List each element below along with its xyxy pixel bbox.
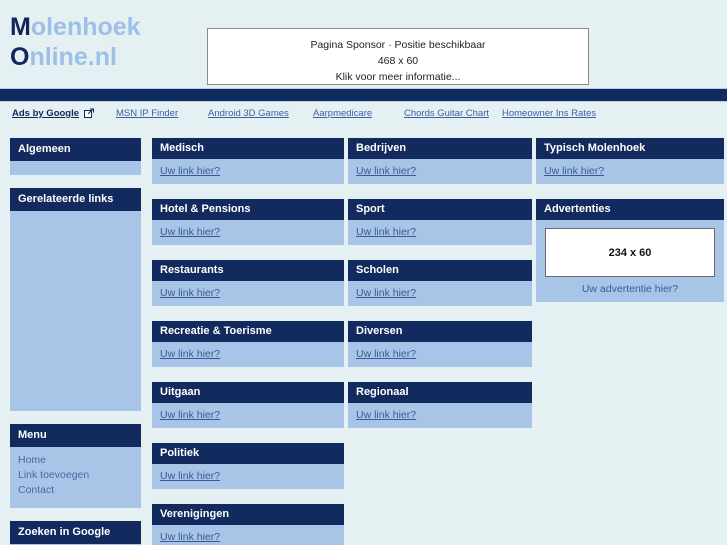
category-body-medisch: Uw link hier? xyxy=(152,159,344,184)
add-your-link-diversen[interactable]: Uw link hier? xyxy=(356,347,524,361)
google-ads-links-row: Ads by Google MSN IP Finder Android 3D G… xyxy=(0,103,727,125)
category-box-typisch-molenhoek: Typisch Molenhoek Uw link hier? xyxy=(536,137,724,184)
category-title-sport[interactable]: Sport xyxy=(348,198,532,220)
advert-banner-placeholder[interactable]: 234 x 60 xyxy=(545,228,715,277)
sidebar-item-contact[interactable]: Contact xyxy=(18,483,133,498)
category-body-diversen: Uw link hier? xyxy=(348,342,532,367)
category-title-diversen[interactable]: Diversen xyxy=(348,320,532,342)
category-title-restaurants[interactable]: Restaurants xyxy=(152,259,344,281)
category-box-recreatie-and-toerisme: Recreatie & Toerisme Uw link hier? xyxy=(152,320,344,367)
sponsor-line-3: Klik voor meer informatie... xyxy=(335,71,461,83)
category-title-typisch-molenhoek[interactable]: Typisch Molenhoek xyxy=(536,137,724,159)
category-box-politiek: Politiek Uw link hier? xyxy=(152,442,344,489)
category-column-1: Medisch Uw link hier? Hotel & Pensions Uw l… xyxy=(152,137,344,545)
category-box-verenigingen: Verenigingen Uw link hier? xyxy=(152,503,344,545)
sidebar-box-gerelateerde-links: Gerelateerde links xyxy=(10,187,141,411)
sidebar-box-menu: Menu Home Link toevoegen Contact xyxy=(10,423,141,508)
category-body-politiek: Uw link hier? xyxy=(152,464,344,489)
sponsor-line-1: Pagina Sponsor · Positie beschikbaar xyxy=(310,39,486,51)
category-body-recreatie-and-toerisme: Uw link hier? xyxy=(152,342,344,367)
category-box-sport: Sport Uw link hier? xyxy=(348,198,532,245)
sidebar-body-menu: Home Link toevoegen Contact xyxy=(10,447,141,508)
sidebar-title-zoeken-in-google: Zoeken in Google xyxy=(10,520,141,544)
sponsor-line-2: 468 x 60 xyxy=(377,55,419,67)
ad-link-2[interactable]: Aarpmedicare xyxy=(313,108,372,119)
add-your-link-verenigingen[interactable]: Uw link hier? xyxy=(160,530,336,544)
category-body-restaurants: Uw link hier? xyxy=(152,281,344,306)
category-title-recreatie-and-toerisme[interactable]: Recreatie & Toerisme xyxy=(152,320,344,342)
advertenties-box: Advertenties 234 x 60 Uw advertentie hier? xyxy=(536,198,724,302)
ad-link-4[interactable]: Homeowner Ins Rates xyxy=(502,108,596,119)
category-body-uitgaan: Uw link hier? xyxy=(152,403,344,428)
external-link-icon[interactable] xyxy=(84,108,94,118)
site-header: Molenhoek Online.nl Pagina Sponsor · Pos… xyxy=(0,0,727,88)
sidebar-title-algemeen: Algemeen xyxy=(10,137,141,161)
category-box-scholen: Scholen Uw link hier? xyxy=(348,259,532,306)
category-title-politiek[interactable]: Politiek xyxy=(152,442,344,464)
advert-caption-link[interactable]: Uw advertentie hier? xyxy=(544,277,716,296)
category-title-uitgaan[interactable]: Uitgaan xyxy=(152,381,344,403)
category-box-bedrijven: Bedrijven Uw link hier? xyxy=(348,137,532,184)
category-box-uitgaan: Uitgaan Uw link hier? xyxy=(152,381,344,428)
category-title-regionaal[interactable]: Regionaal xyxy=(348,381,532,403)
category-title-medisch[interactable]: Medisch xyxy=(152,137,344,159)
add-your-link-bedrijven[interactable]: Uw link hier? xyxy=(356,164,524,178)
logo-cap-m: M xyxy=(10,13,31,41)
sponsor-banner-placeholder[interactable]: Pagina Sponsor · Positie beschikbaar 468… xyxy=(207,28,589,85)
advertenties-title: Advertenties xyxy=(536,198,724,220)
add-your-link-regionaal[interactable]: Uw link hier? xyxy=(356,408,524,422)
category-title-scholen[interactable]: Scholen xyxy=(348,259,532,281)
sidebar-title-gerelateerde-links: Gerelateerde links xyxy=(10,187,141,211)
category-body-sport: Uw link hier? xyxy=(348,220,532,245)
page-root: Molenhoek Online.nl Pagina Sponsor · Pos… xyxy=(0,0,727,545)
sidebar: Algemeen Gerelateerde links Menu Home Li… xyxy=(10,137,141,545)
add-your-link-restaurants[interactable]: Uw link hier? xyxy=(160,286,336,300)
category-body-regionaal: Uw link hier? xyxy=(348,403,532,428)
add-your-link-sport[interactable]: Uw link hier? xyxy=(356,225,524,239)
add-your-link-hotel-and-pensions[interactable]: Uw link hier? xyxy=(160,225,336,239)
category-title-hotel-and-pensions[interactable]: Hotel & Pensions xyxy=(152,198,344,220)
add-your-link-uitgaan[interactable]: Uw link hier? xyxy=(160,408,336,422)
add-your-link-scholen[interactable]: Uw link hier? xyxy=(356,286,524,300)
category-column-2: Bedrijven Uw link hier? Sport Uw link hier?… xyxy=(348,137,532,442)
category-body-verenigingen: Uw link hier? xyxy=(152,525,344,545)
category-box-hotel-and-pensions: Hotel & Pensions Uw link hier? xyxy=(152,198,344,245)
ads-by-google-label[interactable]: Ads by Google xyxy=(12,108,79,119)
sidebar-box-algemeen: Algemeen xyxy=(10,137,141,175)
logo-rest-molenhoek: olenhoek xyxy=(30,13,141,41)
sidebar-item-home[interactable]: Home xyxy=(18,453,133,468)
category-box-medisch: Medisch Uw link hier? xyxy=(152,137,344,184)
add-your-link-typisch-molenhoek[interactable]: Uw link hier? xyxy=(544,164,716,178)
logo-cap-o: O xyxy=(10,43,30,71)
sidebar-item-link-toevoegen[interactable]: Link toevoegen xyxy=(18,468,133,483)
ad-link-3[interactable]: Chords Guitar Chart xyxy=(404,108,489,119)
category-body-scholen: Uw link hier? xyxy=(348,281,532,306)
category-body-bedrijven: Uw link hier? xyxy=(348,159,532,184)
site-logo[interactable]: Molenhoek Online.nl xyxy=(10,12,141,72)
sidebar-body-gerelateerde-links xyxy=(10,211,141,411)
sidebar-body-algemeen xyxy=(10,161,141,175)
sidebar-box-zoeken-in-google: Zoeken in Google xyxy=(10,520,141,545)
category-box-restaurants: Restaurants Uw link hier? xyxy=(152,259,344,306)
category-body-hotel-and-pensions: Uw link hier? xyxy=(152,220,344,245)
ad-link-0[interactable]: MSN IP Finder xyxy=(116,108,178,119)
add-your-link-medisch[interactable]: Uw link hier? xyxy=(160,164,336,178)
google-ads-bar xyxy=(0,88,727,102)
advertenties-body: 234 x 60 Uw advertentie hier? xyxy=(536,220,724,302)
category-title-bedrijven[interactable]: Bedrijven xyxy=(348,137,532,159)
sidebar-title-menu: Menu xyxy=(10,423,141,447)
category-box-diversen: Diversen Uw link hier? xyxy=(348,320,532,367)
logo-rest-online: nline.nl xyxy=(29,43,117,71)
category-column-3: Typisch Molenhoek Uw link hier? Advertenti… xyxy=(536,137,724,316)
category-box-regionaal: Regionaal Uw link hier? xyxy=(348,381,532,428)
add-your-link-politiek[interactable]: Uw link hier? xyxy=(160,469,336,483)
category-title-verenigingen[interactable]: Verenigingen xyxy=(152,503,344,525)
category-body-typisch-molenhoek: Uw link hier? xyxy=(536,159,724,184)
add-your-link-recreatie-and-toerisme[interactable]: Uw link hier? xyxy=(160,347,336,361)
ad-link-1[interactable]: Android 3D Games xyxy=(208,108,289,119)
